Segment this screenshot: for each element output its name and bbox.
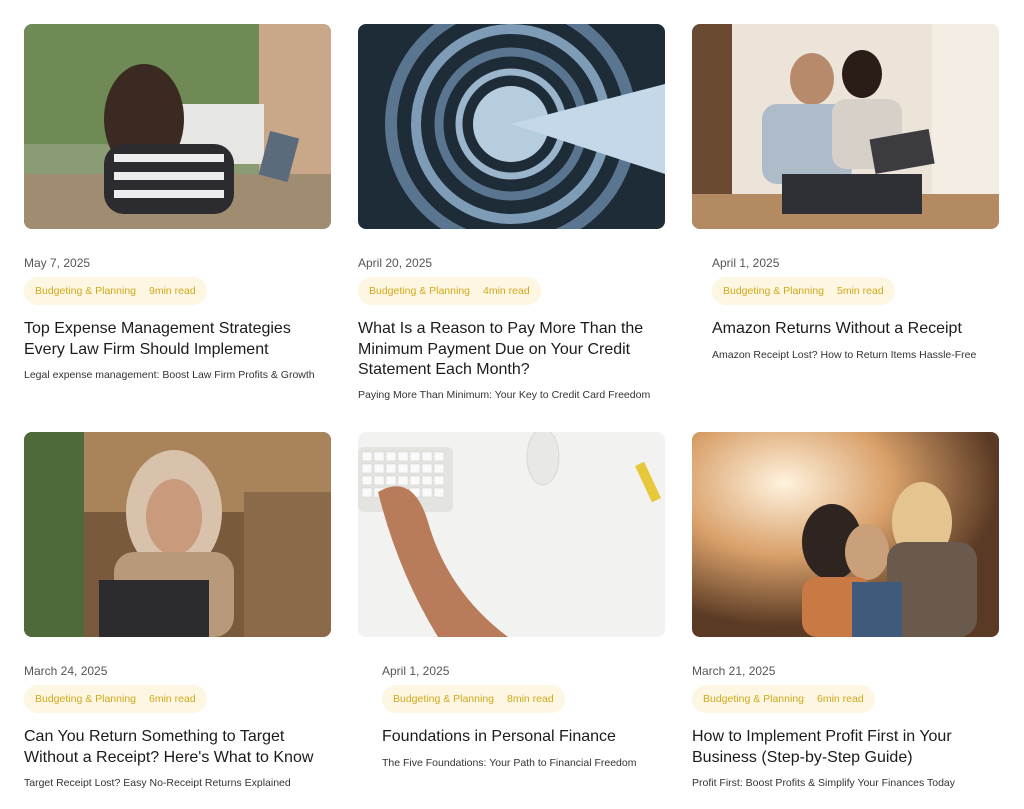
- read-time: 5min read: [837, 285, 884, 297]
- post-subtitle: Profit First: Boost Profits & Simplify Y…: [692, 777, 955, 789]
- post-meta-pill: Budgeting & Planning 6min read: [24, 685, 207, 713]
- post-meta-pill: Budgeting & Planning 6min read: [692, 685, 875, 713]
- post-title[interactable]: Amazon Returns Without a Receipt: [712, 319, 999, 340]
- post-date: April 20, 2025: [358, 256, 433, 270]
- post-date: March 24, 2025: [24, 664, 108, 678]
- post-thumbnail-image[interactable]: [692, 24, 999, 229]
- category-tag[interactable]: Budgeting & Planning: [35, 693, 136, 705]
- category-tag[interactable]: Budgeting & Planning: [35, 285, 136, 297]
- post-title[interactable]: Can You Return Something to Target Witho…: [24, 727, 324, 768]
- post-subtitle: Paying More Than Minimum: Your Key to Cr…: [358, 389, 651, 401]
- category-tag[interactable]: Budgeting & Planning: [703, 693, 804, 705]
- post-thumbnail-image[interactable]: [24, 24, 331, 229]
- post-title[interactable]: Top Expense Management Strategies Every …: [24, 319, 324, 360]
- post-title[interactable]: Foundations in Personal Finance: [382, 727, 662, 748]
- post-thumbnail-image[interactable]: [358, 432, 665, 637]
- post-thumbnail-image[interactable]: [24, 432, 331, 637]
- post-title[interactable]: What Is a Reason to Pay More Than the Mi…: [358, 319, 653, 381]
- post-subtitle: Amazon Receipt Lost? How to Return Items…: [712, 349, 977, 361]
- read-time: 8min read: [507, 693, 554, 705]
- post-subtitle: Legal expense management: Boost Law Firm…: [24, 369, 315, 381]
- read-time: 6min read: [149, 693, 196, 705]
- post-date: March 21, 2025: [692, 664, 776, 678]
- read-time: 6min read: [817, 693, 864, 705]
- read-time: 9min read: [149, 285, 196, 297]
- category-tag[interactable]: Budgeting & Planning: [393, 693, 494, 705]
- post-meta-pill: Budgeting & Planning 4min read: [358, 277, 541, 305]
- post-thumbnail-image[interactable]: [358, 24, 665, 229]
- post-title[interactable]: How to Implement Profit First in Your Bu…: [692, 727, 977, 768]
- category-tag[interactable]: Budgeting & Planning: [369, 285, 470, 297]
- post-meta-pill: Budgeting & Planning 5min read: [712, 277, 895, 305]
- post-date: May 7, 2025: [24, 256, 91, 270]
- post-date: April 1, 2025: [382, 664, 450, 678]
- post-subtitle: Target Receipt Lost? Easy No-Receipt Ret…: [24, 777, 291, 789]
- post-meta-pill: Budgeting & Planning 9min read: [24, 277, 207, 305]
- post-subtitle: The Five Foundations: Your Path to Finan…: [382, 757, 637, 769]
- category-tag[interactable]: Budgeting & Planning: [723, 285, 824, 297]
- read-time: 4min read: [483, 285, 530, 297]
- post-meta-pill: Budgeting & Planning 8min read: [382, 685, 565, 713]
- post-date: April 1, 2025: [712, 256, 780, 270]
- post-thumbnail-image[interactable]: [692, 432, 999, 637]
